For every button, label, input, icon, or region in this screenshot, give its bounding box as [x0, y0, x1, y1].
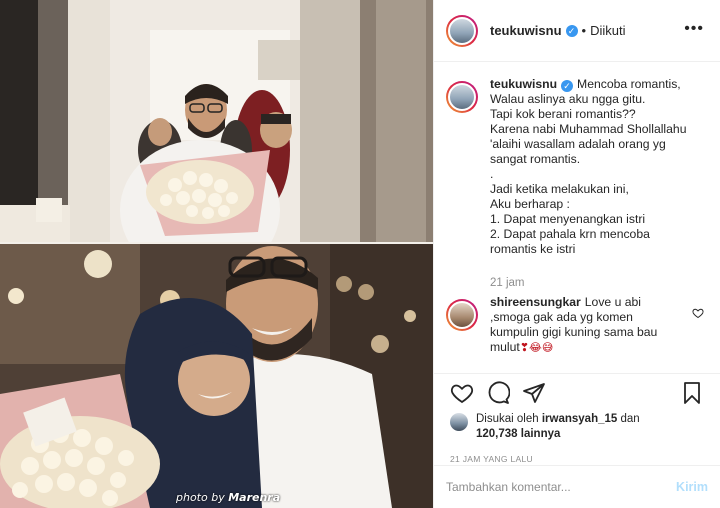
caption-line: Tapi kok berani romantis?? [490, 107, 636, 121]
share-paper-plane-icon[interactable] [522, 381, 546, 405]
photo-top-illustration [0, 0, 433, 244]
caption-line: 1. Dapat menyenangkan istri [490, 212, 646, 226]
caption-line: teukuwisnu ✓ Mencoba romantis, [490, 77, 681, 92]
liker-username[interactable]: irwansyah_15 [542, 413, 617, 425]
more-options-icon[interactable]: ••• [684, 21, 704, 37]
photo-credit-prefix: photo by [176, 491, 229, 504]
like-comment-heart-icon[interactable] [692, 307, 704, 319]
caption-line: sangat romantis. [490, 152, 581, 166]
caption-username[interactable]: teukuwisnu [490, 77, 557, 91]
caption-line: . [490, 167, 494, 181]
post-comment-button[interactable]: Kirim [676, 480, 708, 494]
comment-body: shireensungkar Love u abi ,smoga gak ada … [490, 295, 702, 355]
post-photo[interactable]: photo by Marenra [0, 0, 433, 508]
add-comment-bar: Kirim [434, 465, 720, 508]
posted-time[interactable]: 21 JAM YANG LALU [450, 454, 704, 464]
comments-section: teukuwisnu ✓ Mencoba romantis, Walau aslin… [434, 63, 720, 373]
comment-line: mulut❣😂😅 [490, 340, 554, 354]
photo-bottom-illustration [0, 244, 433, 508]
comment-bubble-icon[interactable] [486, 381, 510, 405]
comment-input[interactable] [446, 480, 677, 494]
caption-line: Aku berharap : [490, 197, 570, 211]
action-icons-row [450, 374, 704, 412]
photo-credit-name: Marenra [228, 491, 281, 504]
caption-body: teukuwisnu ✓ Mencoba romantis, Walau aslin… [490, 77, 702, 257]
comment-emojis: ❣😂😅 [519, 341, 554, 354]
like-heart-icon[interactable] [450, 381, 474, 405]
liker-avatar[interactable] [450, 413, 468, 431]
caption-time[interactable]: 21 jam [490, 277, 708, 289]
comment-line: kumpulin gigi kuning sama bau [490, 325, 658, 339]
photo-bottom-half [0, 244, 433, 508]
header-avatar[interactable] [446, 14, 478, 47]
caption-line: Karena nabi Muhammad Shollallahu [490, 122, 687, 136]
follow-status-button[interactable]: Diikuti [590, 23, 625, 38]
header-separator: • [581, 23, 587, 38]
caption-line: romantis ke istri [490, 242, 576, 256]
caption-line: Walau aslinya aku ngga gitu. [490, 92, 646, 106]
photo-top-half [0, 0, 433, 244]
header-username[interactable]: teukuwisnu [490, 23, 562, 38]
comment-line: ,smoga gak ada yg komen [490, 310, 633, 324]
caption-line: 'alaihi wasallam adalah orang yg [490, 137, 666, 151]
caption-line: Jadi ketika melakukan ini, [490, 182, 629, 196]
post-side-panel: teukuwisnu ✓ • Diikuti ••• teukuwisnu ✓ Me… [433, 0, 720, 508]
photo-credit: photo by Marenra [176, 491, 280, 504]
post-header: teukuwisnu ✓ • Diikuti ••• [434, 0, 720, 62]
caption-line: 2. Dapat pahala krn mencoba [490, 227, 650, 241]
comment-avatar[interactable] [446, 299, 478, 331]
likes-summary: Disukai oleh irwansyah_15 dan 120,738 la… [450, 412, 704, 442]
post-actions: Disukai oleh irwansyah_15 dan 120,738 la… [434, 373, 720, 465]
verified-badge-icon: ✓ [561, 80, 574, 92]
comment-item: shireensungkar Love u abi ,smoga gak ada … [446, 295, 708, 355]
comment-line: shireensungkar Love u abi [490, 295, 642, 309]
likes-count[interactable]: 120,738 [476, 428, 518, 440]
comment-username[interactable]: shireensungkar [490, 295, 581, 309]
caption: teukuwisnu ✓ Mencoba romantis, Walau aslin… [446, 77, 708, 257]
save-bookmark-icon[interactable] [680, 381, 704, 405]
caption-avatar[interactable] [446, 81, 478, 113]
verified-badge-icon: ✓ [565, 24, 578, 37]
likes-text: Disukai oleh irwansyah_15 dan 120,738 la… [476, 413, 640, 440]
